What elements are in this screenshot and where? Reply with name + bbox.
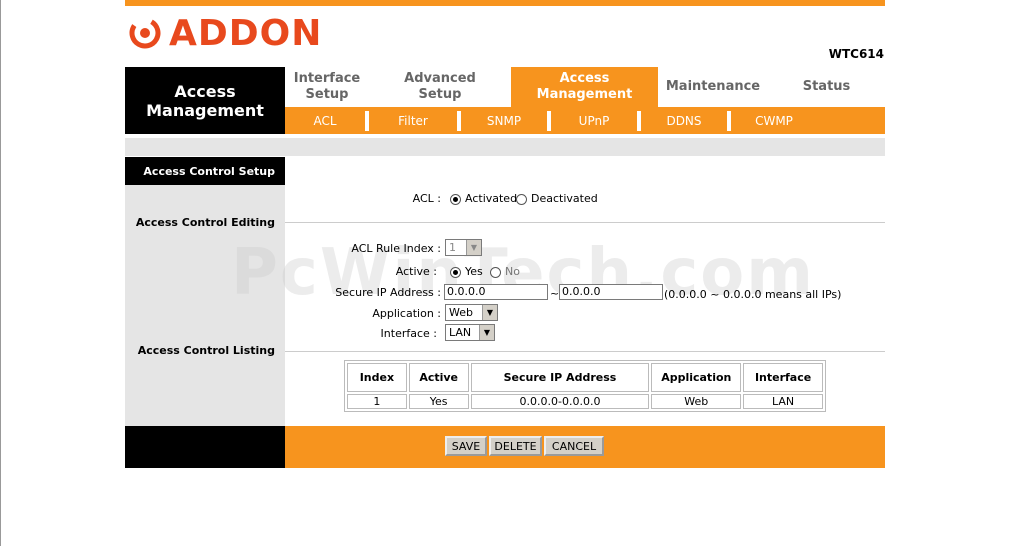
acl-label: ACL : [412,192,441,205]
table-header-cell: Index [347,363,407,392]
table-header-cell: Active [408,363,469,392]
delete-button[interactable]: DELETE [489,436,542,456]
active-no-option[interactable]: No [490,265,520,278]
header-separator-band [125,138,885,156]
table-header-cell: Interface [743,363,823,392]
ip-range-hint: (0.0.0.0 ~ 0.0.0.0 means all IPs) [664,288,842,301]
page-title: Access Management [125,67,285,134]
section-access-control-setup: Access Control Setup [125,157,285,185]
tab-maintenance[interactable]: Maintenance [658,67,768,107]
access-control-table: Index Active Secure IP Address Applicati… [344,360,826,412]
save-button[interactable]: SAVE [445,436,487,456]
sub-tabs: ACL Filter SNMP UPnP DDNS CWMP [285,107,885,134]
table-cell: Yes [408,394,469,409]
section-access-control-editing: Access Control Editing [135,216,275,229]
divider [285,222,885,223]
table-header-cell: Secure IP Address [470,363,650,392]
footer-left [125,426,285,468]
addon-logo-icon [129,17,161,49]
brand-logo: ADDON [129,12,322,54]
table-cell: 1 [347,394,407,409]
interface-label: Interface : [380,327,437,340]
subtab-cwmp[interactable]: CWMP [731,114,817,128]
chevron-down-icon: ▼ [482,305,497,320]
application-select[interactable]: Web ▼ [445,304,498,321]
acl-activated-radio[interactable] [450,193,461,205]
active-no-radio[interactable] [490,266,501,278]
interface-select[interactable]: LAN ▼ [445,324,495,341]
subtab-upnp[interactable]: UPnP [551,114,637,128]
tab-access-management[interactable]: Access Management [511,67,658,107]
active-yes-option[interactable]: Yes [450,265,483,278]
table-row: 1 Yes 0.0.0.0-0.0.0.0 Web LAN [347,394,823,409]
secure-ip-start-input[interactable]: 0.0.0.0 [444,284,548,300]
table-cell: LAN [743,394,823,409]
acl-deactivated-radio[interactable] [516,193,527,205]
application-label: Application : [372,307,441,320]
top-accent-bar [125,0,885,6]
active-yes-radio[interactable] [450,266,461,278]
subtab-snmp[interactable]: SNMP [461,114,547,128]
tab-advanced-setup[interactable]: Advanced Setup [369,67,511,107]
divider [285,351,885,352]
logo-text: ADDON [169,12,323,54]
main-tabs: Interface Setup Advanced Setup Access Manag… [285,67,885,107]
subtab-ddns[interactable]: DDNS [641,114,727,128]
table-header-row: Index Active Secure IP Address Applicati… [347,363,823,392]
model-name: WTC614 [828,47,884,61]
secure-ip-label: Secure IP Address : [335,286,441,299]
chevron-down-icon: ▼ [479,325,494,340]
subtab-filter[interactable]: Filter [369,114,457,128]
rule-index-select[interactable]: 1 ▼ [445,239,482,256]
rule-index-label: ACL Rule Index : [351,242,441,255]
tab-status[interactable]: Status [768,67,885,107]
acl-deactivated-option[interactable]: Deactivated [516,192,598,205]
secure-ip-end-input[interactable]: 0.0.0.0 [559,284,663,300]
table-header-cell: Application [651,363,742,392]
cancel-button[interactable]: CANCEL [544,436,604,456]
section-access-control-listing: Access Control Listing [137,344,275,357]
chevron-down-icon: ▼ [466,240,481,255]
table-cell: Web [651,394,742,409]
table-cell: 0.0.0.0-0.0.0.0 [470,394,650,409]
tab-interface-setup[interactable]: Interface Setup [285,67,369,107]
acl-activated-option[interactable]: Activated [450,192,517,205]
ip-range-tilde: ~ [550,287,560,300]
subtab-acl[interactable]: ACL [285,114,365,128]
active-label: Active : [395,265,437,278]
